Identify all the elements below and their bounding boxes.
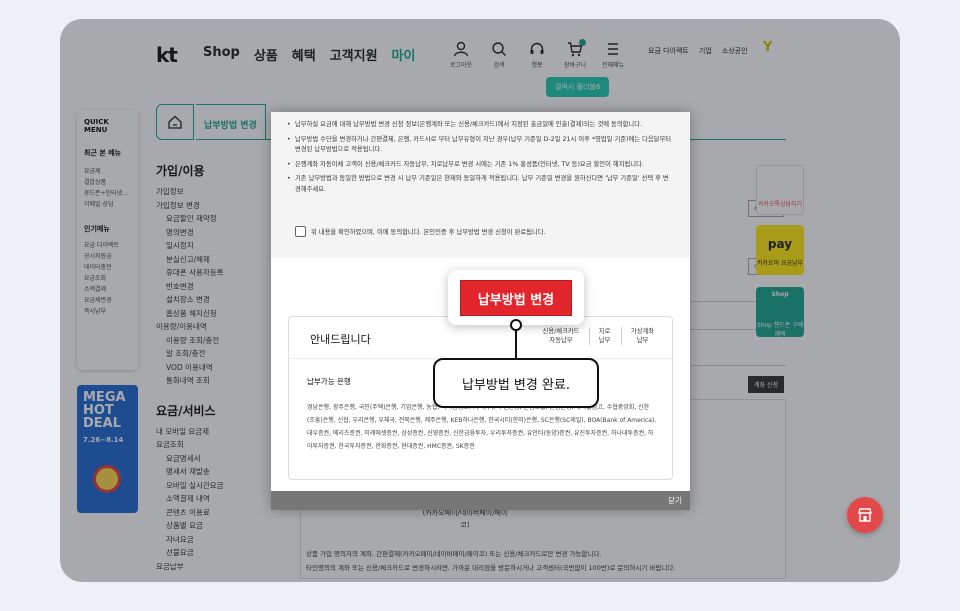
notice-item: 납부하실 요금에 대해 납부방법 변경 신청 정보(은행계좌 또는 신용/체크카…	[287, 120, 674, 131]
payment-type[interactable]: 신용/체크카드 자동납부	[535, 327, 581, 345]
notice-item: 은행계좌 자동이체 고객이 신용/체크카드 자동납부, 지로납부로 변경 시에는…	[287, 160, 674, 171]
agree-label: 위 내용을 확인하였으며, 이에 동의합니다. 본인인증 후 납부방법 변경 신…	[311, 229, 546, 236]
bank-label: 납부가능 은행	[307, 377, 351, 386]
close-button[interactable]: 닫기	[668, 495, 682, 506]
modal-footer: 닫기	[271, 491, 690, 510]
payment-type[interactable]: 가상계좌 납부	[621, 327, 657, 345]
browser-frame: kt Shop 상품 혜택 고객지원 마이 로그아웃 검색 챗봇 장바구니 전체…	[60, 19, 900, 582]
change-payment-button[interactable]: 납부방법 변경	[460, 280, 572, 316]
payment-type-columns: 신용/체크카드 자동납부 지로 납부 가상계좌 납부	[535, 327, 657, 345]
button-callout: 납부방법 변경	[448, 270, 584, 325]
notice-item: 기존 납부방법과 동일한 방법으로 변경 시 납부 기준일은 현재와 동일하게 …	[287, 174, 674, 195]
store-icon	[858, 508, 872, 522]
store-fab-button[interactable]	[847, 497, 883, 533]
info-title: 안내드립니다	[310, 333, 371, 346]
callout-anchor-dot	[510, 319, 522, 331]
payment-type[interactable]: 지로 납부	[589, 327, 613, 345]
notice-item: 납부방법 수단을 변경하거나 간편결제, 은행, 카드사로 부터 납부유형이 지…	[287, 135, 674, 156]
agree-row[interactable]: 위 내용을 확인하였으며, 이에 동의합니다. 본인인증 후 납부방법 변경 신…	[295, 226, 546, 237]
notice-list: 납부하실 요금에 대해 납부방법 변경 신청 정보(은행계좌 또는 신용/체크카…	[287, 120, 674, 195]
page: kt Shop 상품 혜택 고객지원 마이 로그아웃 검색 챗봇 장바구니 전체…	[60, 19, 900, 582]
result-callout: 납부방법 변경 완료.	[433, 358, 599, 408]
agree-checkbox[interactable]	[295, 226, 306, 237]
notice-area: 납부하실 요금에 대해 납부방법 변경 신청 정보(은행계좌 또는 신용/체크카…	[271, 112, 690, 258]
bank-list: 경남은행, 광주은행, 국민(주택)은행, 기업은행, 농협, 아이엠뱅크(구,…	[307, 404, 657, 450]
